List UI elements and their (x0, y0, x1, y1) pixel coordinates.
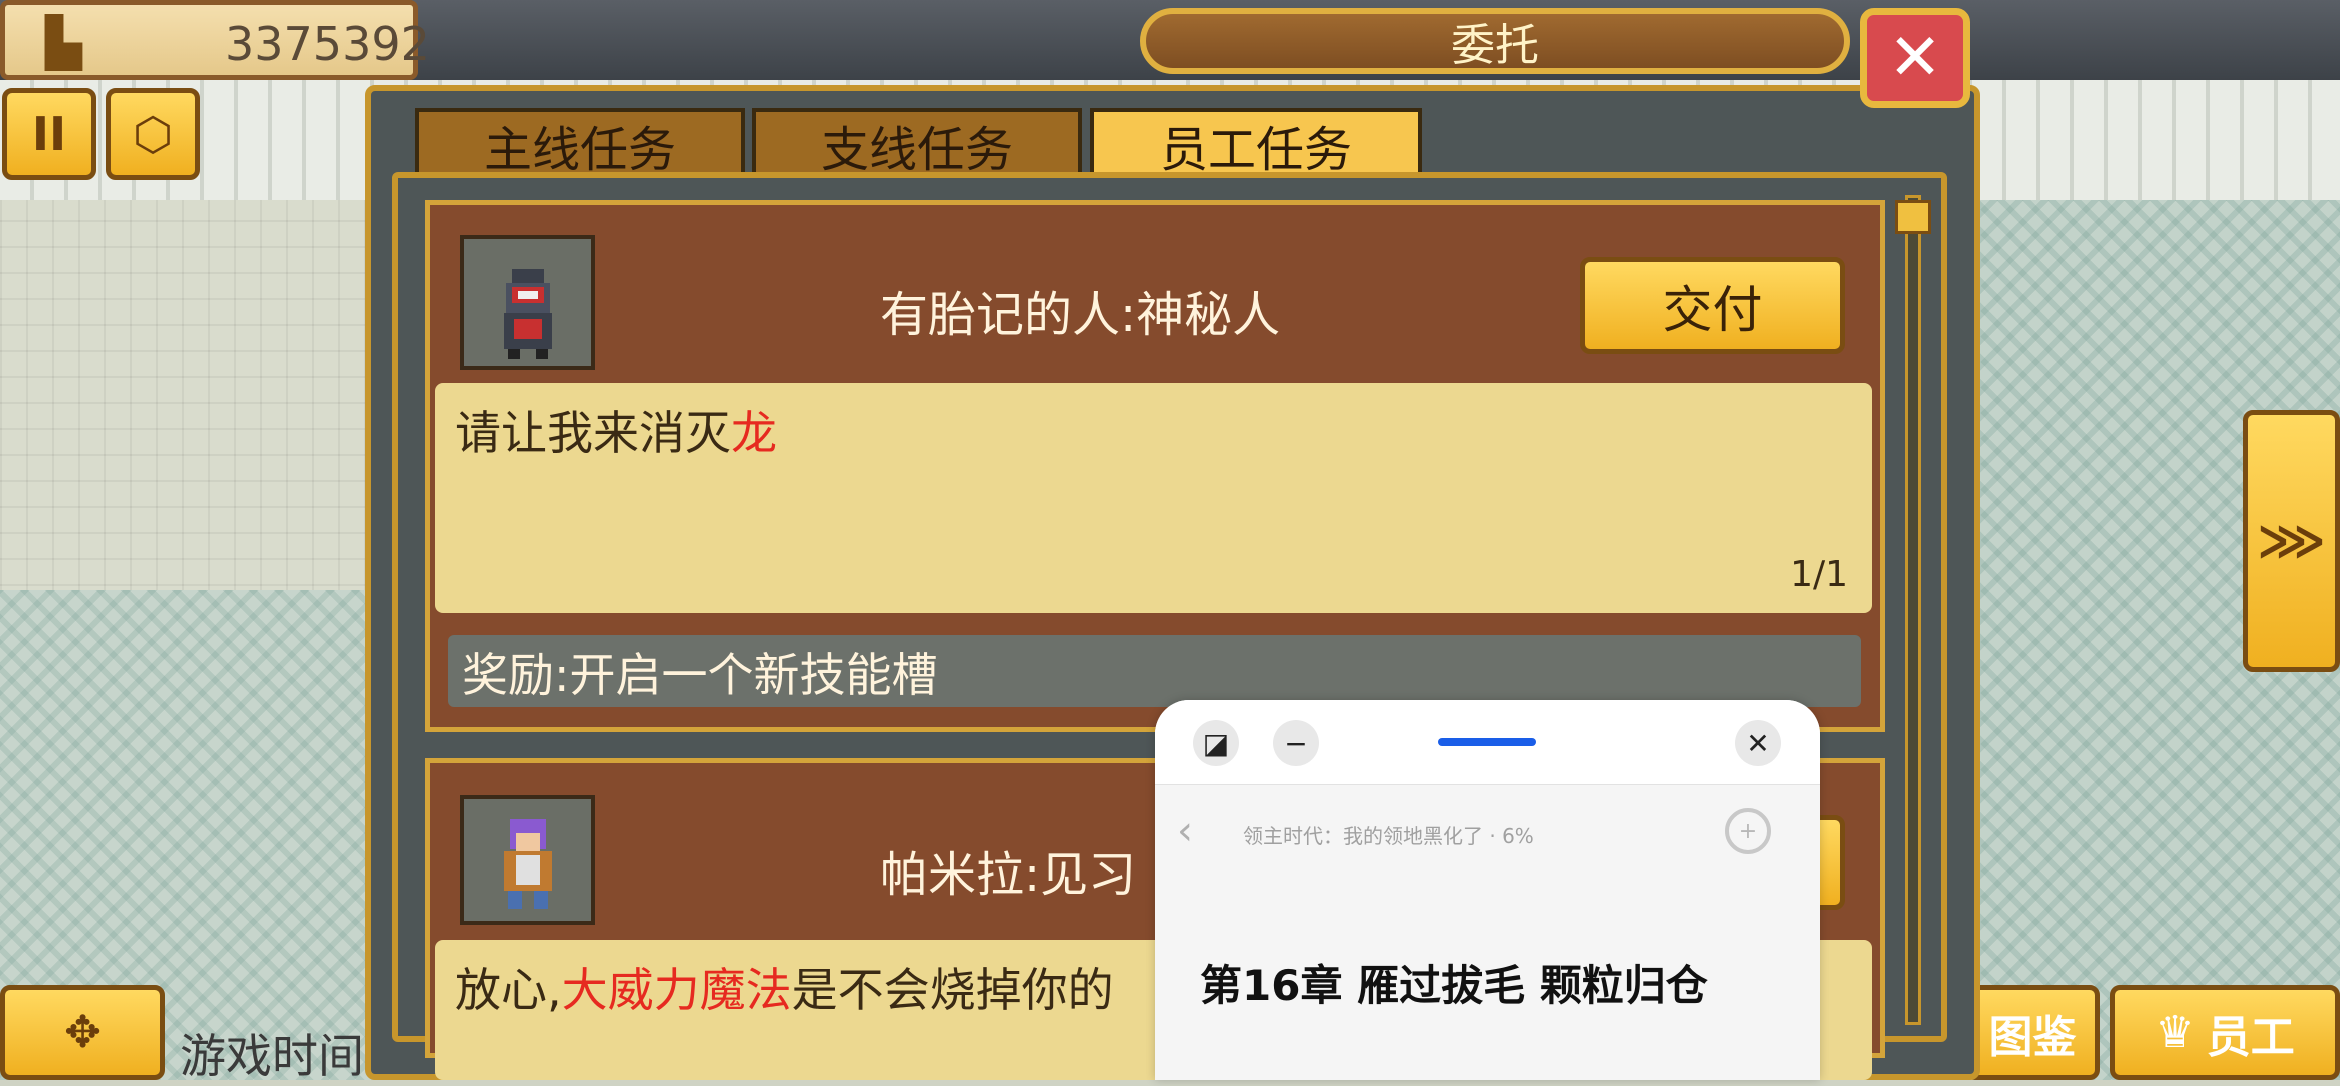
floating-window-toolbar: ◪ − ✕ (1155, 700, 1820, 785)
modal-title-bar: 委托 (1140, 8, 1850, 74)
dpad-icon: ✥ (64, 1007, 101, 1058)
minus-icon: − (1284, 726, 1308, 760)
book-title: 领主时代：我的领地黑化了 · 6% (1243, 824, 1534, 848)
double-arrow-icon: ⋙ (2257, 513, 2326, 569)
scrollbar-thumb[interactable] (1895, 200, 1931, 234)
close-window-button[interactable]: ✕ (1735, 720, 1781, 766)
crown-icon: ♛ (2155, 1007, 2195, 1058)
pause-button[interactable]: II (2, 88, 96, 180)
deliver-button[interactable]: 交付 (1580, 257, 1845, 354)
gold-amount: 3375392 (225, 17, 430, 71)
close-icon: ✕ (1746, 726, 1770, 760)
task-title: 有胎记的人:神秘人 (880, 287, 1281, 343)
scrollbar-track[interactable] (1905, 195, 1921, 1025)
desc-highlight: 大威力魔法 (561, 963, 792, 1017)
mage-figure-icon (504, 819, 552, 909)
task-title: 帕米拉:见习 (880, 847, 1137, 903)
task-description: 请让我来消灭龙 1/1 (435, 383, 1872, 613)
tab-staff-quest[interactable]: 员工任务 (1090, 108, 1422, 178)
add-circle-button[interactable]: + (1725, 808, 1771, 854)
codex-button[interactable]: 图鉴 (1965, 985, 2100, 1080)
task-progress: 1/1 (1790, 554, 1848, 595)
staff-button[interactable]: ♛ 员工 (2110, 985, 2340, 1080)
back-chevron-icon[interactable]: ‹ (1177, 808, 1193, 854)
minimize-button[interactable]: − (1273, 720, 1319, 766)
npc-portrait (460, 235, 595, 370)
window-mode-button[interactable]: ◪ (1193, 720, 1239, 766)
plus-icon: + (1738, 818, 1758, 844)
gold-icon: ▙ (45, 15, 82, 71)
codex-label: 图鉴 (1988, 1011, 2077, 1063)
desc-highlight: 龙 (731, 406, 777, 460)
desc-text: 请让我来消灭 (455, 406, 731, 460)
speed-icon: ⬡ (132, 107, 174, 161)
speed-button[interactable]: ⬡ (106, 88, 200, 180)
desc-text-suffix: 是不会烧掉你的 (791, 963, 1114, 1017)
tab-side-quest-label: 支线任务 (820, 122, 1013, 178)
expand-right-button[interactable]: ⋙ (2243, 410, 2340, 672)
task-reward: 奖励:开启一个新技能槽 (448, 635, 1861, 707)
chapter-title: 第16章 雁过拔毛 颗粒归仓 (1200, 961, 1708, 1010)
floating-reader-window: ◪ − ✕ ‹ 领主时代：我的领地黑化了 · 6% + 第16章 雁过拔毛 颗粒… (1155, 700, 1820, 1080)
staff-label: 员工 (2206, 1011, 2295, 1063)
pause-icon: II (31, 107, 67, 161)
tab-staff-quest-label: 员工任务 (1159, 122, 1352, 178)
hooded-figure-icon (504, 269, 552, 359)
desc-text: 放心, (455, 963, 562, 1017)
half-square-icon: ◪ (1202, 726, 1230, 760)
move-button[interactable]: ✥ (0, 985, 165, 1080)
npc-portrait (460, 795, 595, 925)
deliver-label: 交付 (1662, 280, 1763, 339)
tab-main-quest[interactable]: 主线任务 (415, 108, 745, 178)
tab-side-quest[interactable]: 支线任务 (752, 108, 1082, 178)
tab-main-quest-label: 主线任务 (483, 122, 676, 178)
close-icon: ✕ (1888, 21, 1942, 95)
game-time-label: 游戏时间 (180, 1029, 364, 1083)
drag-handle[interactable] (1438, 738, 1536, 746)
modal-title: 委托 (1451, 20, 1539, 71)
gold-counter: ▙ 3375392 (0, 0, 430, 80)
close-button[interactable]: ✕ (1860, 8, 1970, 108)
